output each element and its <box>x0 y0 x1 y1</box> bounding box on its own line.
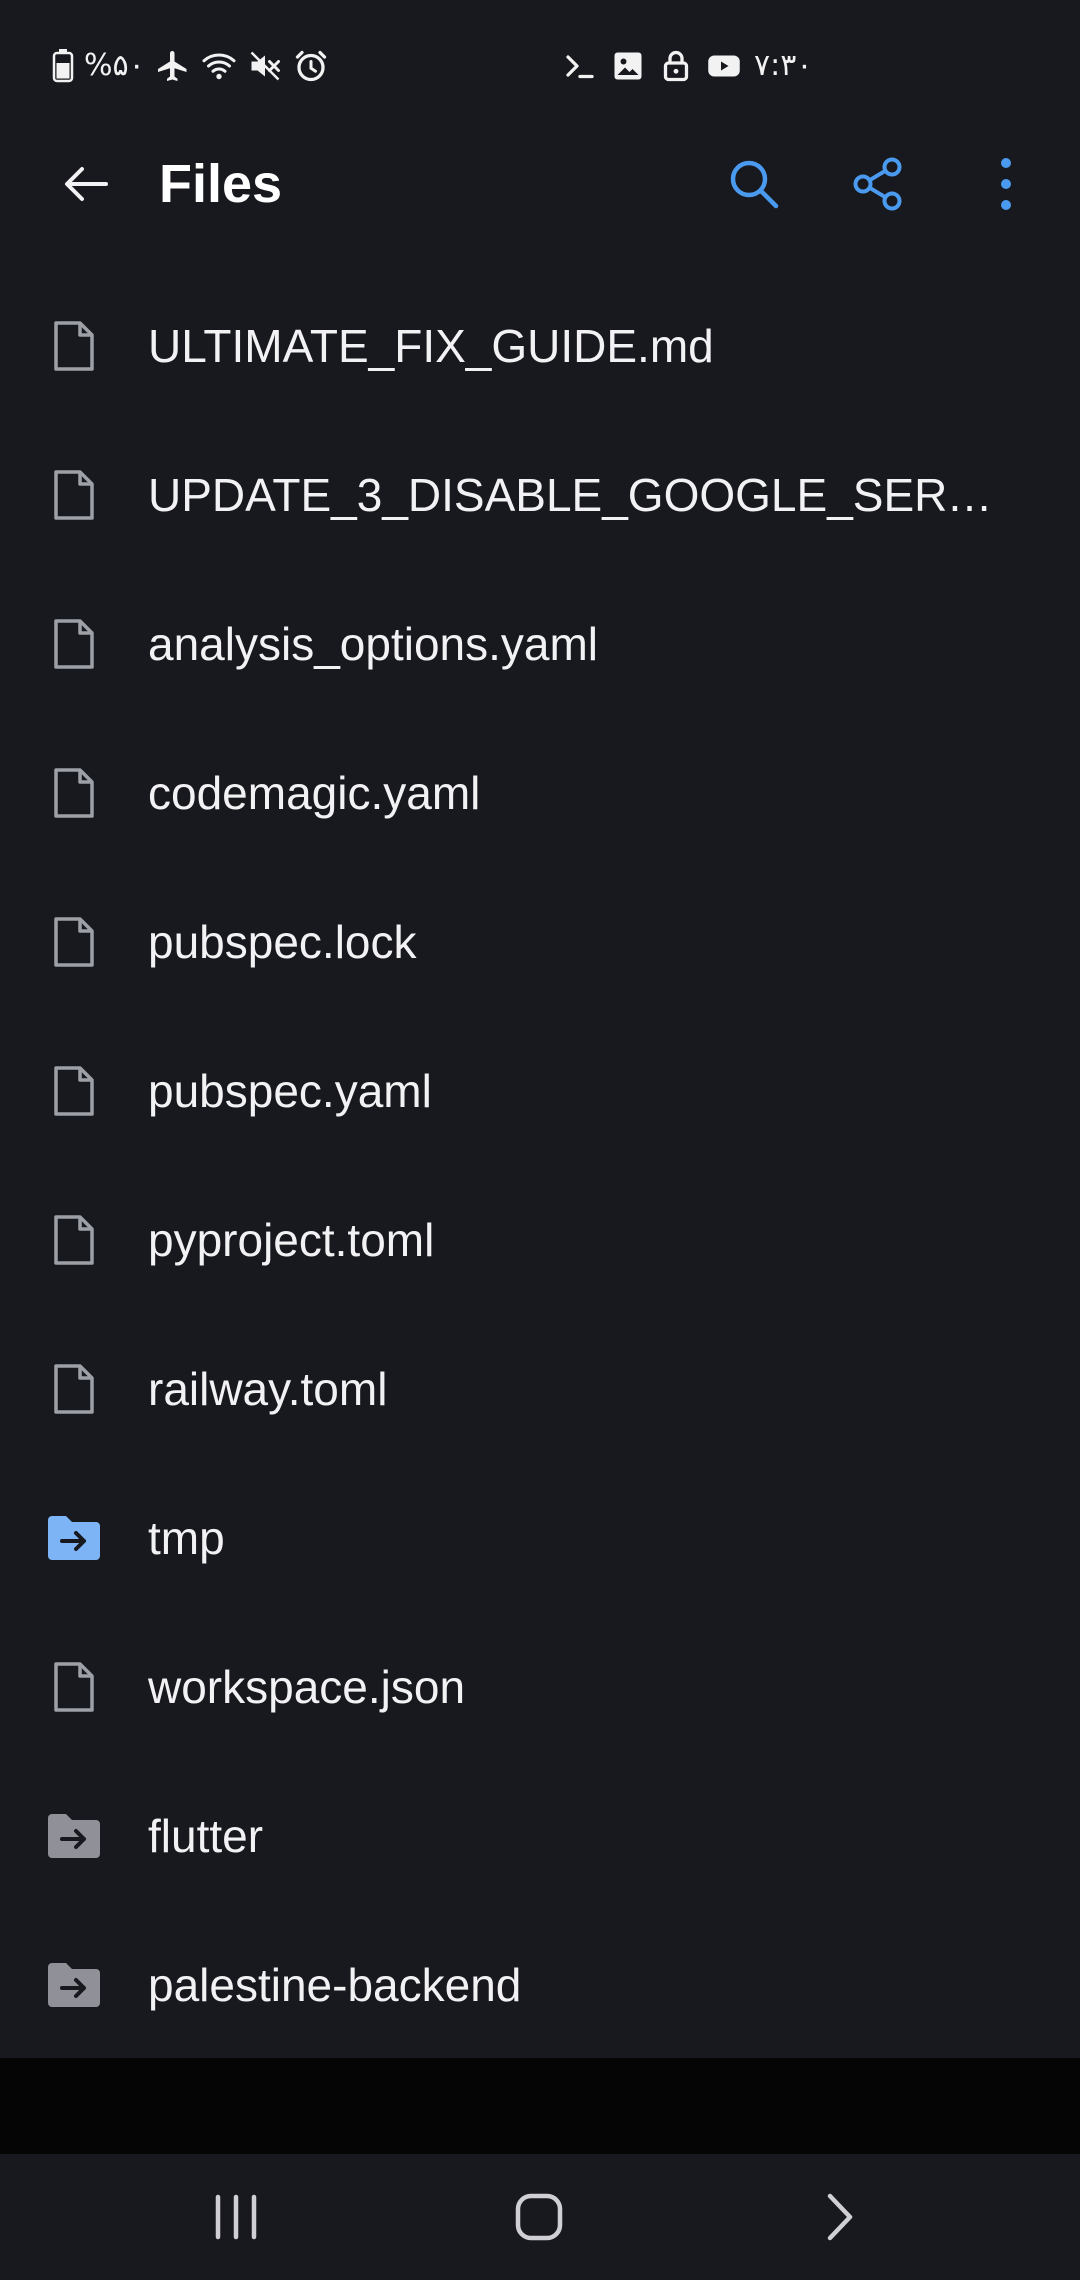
file-name: workspace.json <box>148 1660 466 1713</box>
recents-icon <box>215 2194 257 2240</box>
file-name: railway.toml <box>148 1362 388 1415</box>
file-name: analysis_options.yaml <box>148 617 599 670</box>
list-item[interactable]: UPDATE_3_DISABLE_GOOGLE_SERVICES.md <box>0 420 1080 569</box>
folder-link-icon <box>44 1955 104 2015</box>
share-button[interactable] <box>842 148 914 220</box>
back-button[interactable] <box>50 152 122 216</box>
more-options-button[interactable] <box>970 148 1042 220</box>
list-item[interactable]: palestine-backend <box>0 1910 1080 2058</box>
youtube-icon <box>706 48 742 84</box>
folder-link-icon <box>44 1806 104 1866</box>
list-item[interactable]: railway.toml <box>0 1314 1080 1463</box>
list-item[interactable]: ULTIMATE_FIX_GUIDE.md <box>0 271 1080 420</box>
more-vertical-icon <box>1001 158 1011 210</box>
folder-name: palestine-backend <box>148 1958 522 2011</box>
battery-percent: %۵۰ <box>84 48 145 83</box>
system-nav-bar <box>0 2154 1080 2280</box>
airplane-icon <box>155 48 191 84</box>
file-name: pyproject.toml <box>148 1213 435 1266</box>
home-icon <box>515 2193 563 2241</box>
bottom-spacer <box>0 2058 1080 2154</box>
share-icon <box>853 157 902 211</box>
file-icon <box>44 1210 104 1270</box>
status-right-group: ۷:۳۰ <box>562 44 812 88</box>
file-name: ULTIMATE_FIX_GUIDE.md <box>148 319 714 372</box>
arrow-left-icon <box>65 167 108 201</box>
terminal-icon <box>562 48 598 84</box>
clock-time: ۷:۳۰ <box>754 48 813 83</box>
list-item[interactable]: pubspec.lock <box>0 867 1080 1016</box>
image-icon <box>610 48 646 84</box>
status-bar: %۵۰ ۷:۳۰ <box>0 0 1080 130</box>
file-icon <box>44 465 104 525</box>
file-name: UPDATE_3_DISABLE_GOOGLE_SERVICES.md <box>148 468 1020 521</box>
file-icon <box>44 912 104 972</box>
app-bar: Files <box>0 130 1080 238</box>
folder-link-icon <box>44 1508 104 1568</box>
file-icon <box>44 1061 104 1121</box>
folder-name: flutter <box>148 1809 264 1862</box>
file-list: ULTIMATE_FIX_GUIDE.md UPDATE_3_DISABLE_G… <box>0 238 1080 2058</box>
list-item[interactable]: workspace.json <box>0 1612 1080 1761</box>
file-icon <box>44 1359 104 1419</box>
file-name: pubspec.lock <box>148 915 417 968</box>
list-item[interactable]: pubspec.yaml <box>0 1016 1080 1165</box>
list-item[interactable]: analysis_options.yaml <box>0 569 1080 718</box>
alarm-icon <box>293 48 329 84</box>
wifi-icon <box>201 48 237 84</box>
mute-icon <box>247 48 283 84</box>
list-item[interactable]: tmp <box>0 1463 1080 1612</box>
file-icon <box>44 1657 104 1717</box>
home-button[interactable] <box>494 2179 584 2255</box>
lock-icon <box>658 48 694 84</box>
status-left-group: %۵۰ <box>52 44 329 88</box>
file-icon <box>44 614 104 674</box>
battery-icon <box>52 49 74 83</box>
search-icon <box>730 160 779 209</box>
file-name: pubspec.yaml <box>148 1064 432 1117</box>
folder-name: tmp <box>148 1511 225 1564</box>
file-icon <box>44 763 104 823</box>
system-back-button[interactable] <box>795 2179 885 2255</box>
back-chevron-icon <box>827 2193 853 2241</box>
list-item[interactable]: codemagic.yaml <box>0 718 1080 867</box>
file-name: codemagic.yaml <box>148 766 481 819</box>
list-item[interactable]: flutter <box>0 1761 1080 1910</box>
page-title: Files <box>159 154 283 214</box>
list-item[interactable]: pyproject.toml <box>0 1165 1080 1314</box>
search-button[interactable] <box>718 148 790 220</box>
file-icon <box>44 316 104 376</box>
recents-button[interactable] <box>191 2179 281 2255</box>
